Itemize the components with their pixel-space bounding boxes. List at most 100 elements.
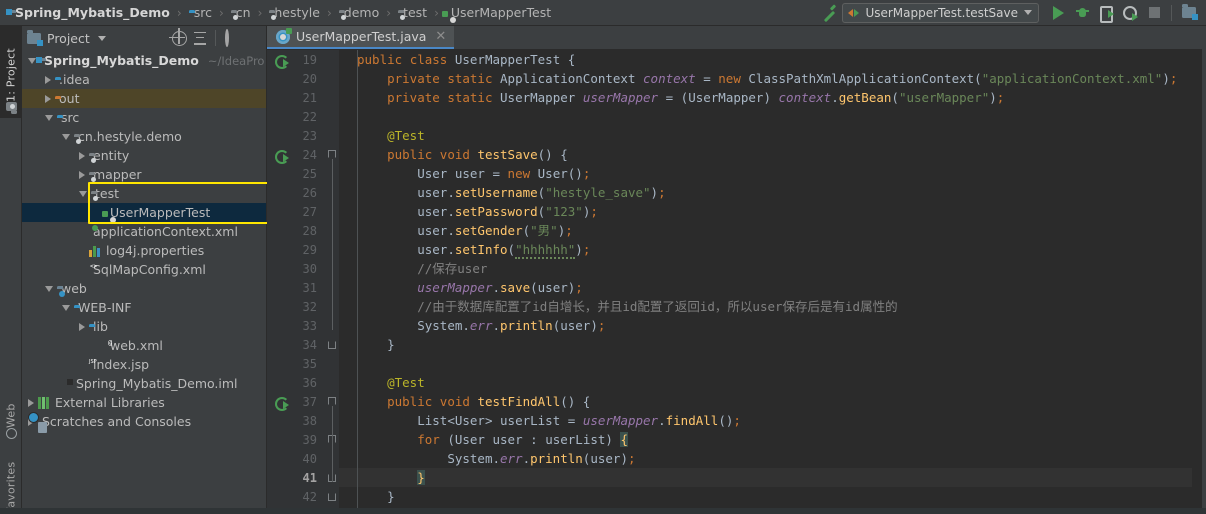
run-test-gutter-icon[interactable] [275,54,289,69]
chevron-down-icon[interactable] [62,304,70,311]
minus-icon[interactable] [244,31,259,46]
breadcrumb-item-label: Spring_Mybatis_Demo [15,5,170,20]
breadcrumb-item-cn[interactable]: cn [231,5,251,20]
code-line[interactable]: System.err.println(user); [339,316,1192,335]
project-panel-title[interactable]: Project [27,29,106,46]
tree-node-applicationcontext-xml[interactable]: applicationContext.xml [22,222,266,241]
left-tool-window-strip: 1: Project Web ★ 2: Favorites [0,26,22,514]
breadcrumb-separator: › [176,5,182,20]
locate-crosshair-icon[interactable] [169,27,187,46]
tool-window-tab-web-label: Web [4,403,18,428]
code-editor[interactable]: 19 20 21 22 23 24 25 26 27 28 29 30 31 32 33 34 35 36 37 38… [267,50,1206,514]
code-line[interactable]: user.setUsername("hestyle_save"); [339,183,1192,202]
fold-cell [325,487,339,506]
tree-node-cn-hestyle-demo[interactable]: cn.hestyle.demo [22,127,266,146]
tree-node-log4j-properties[interactable]: log4j.properties [22,241,266,260]
tree-node-sqlmapconfig-xml[interactable]: SqlMapConfig.xml [22,260,266,279]
tree-node-lib[interactable]: lib [22,317,266,336]
chevron-right-icon[interactable] [79,322,85,331]
fold-close-icon[interactable] [328,341,336,349]
run-button[interactable] [1047,2,1069,24]
tree-node-mapper[interactable]: mapper [22,165,266,184]
tree-node--idea[interactable]: .idea [22,70,266,89]
code-line[interactable]: } [339,487,1192,506]
code-line[interactable]: System.err.println(user); [339,449,1192,468]
chevron-down-icon[interactable] [28,57,36,64]
chevron-right-icon[interactable] [79,170,85,179]
code-line[interactable]: public class UserMapperTest { [339,50,1192,69]
chevron-down-icon[interactable] [62,133,70,140]
code-line[interactable]: user.setGender("男"); [339,221,1192,240]
chevron-right-icon[interactable] [45,94,51,103]
code-line[interactable]: } [339,468,1192,487]
code-line[interactable]: public void testSave() { [339,145,1192,164]
code-line[interactable]: userMapper.save(user); [339,278,1192,297]
code-line[interactable] [339,107,1192,126]
tree-node-web-xml[interactable]: web.xml [22,336,266,355]
tree-node-web-inf[interactable]: WEB-INF [22,298,266,317]
tree-node-spring-mybatis-demo-iml[interactable]: Spring_Mybatis_Demo.iml [22,374,266,393]
code-line[interactable]: user.setInfo("hhhhhh"); [339,240,1192,259]
editor-tab-usermappertest[interactable]: UserMapperTest.java ✕ [267,26,455,49]
search-everywhere-button[interactable] [1178,2,1200,24]
play-icon [1052,5,1064,20]
breadcrumb-item-hestyle[interactable]: hestyle [269,5,320,20]
tree-node-out[interactable]: out [22,89,266,108]
tree-node-src[interactable]: src [22,108,266,127]
tree-node-usermappertest[interactable]: UserMapperTest [22,203,266,222]
breadcrumb-item-demo[interactable]: demo [339,5,379,20]
tool-window-tab-web[interactable]: Web [0,376,22,446]
code-line[interactable]: public void testFindAll() { [339,392,1192,411]
code-line[interactable] [339,354,1192,373]
chevron-down-icon[interactable] [45,285,53,292]
chevron-down-icon[interactable] [45,114,53,121]
chevron-right-icon[interactable] [79,151,85,160]
run-test-gutter-icon[interactable] [275,149,289,164]
build-button[interactable] [818,2,840,24]
tree-node-test[interactable]: test [22,184,266,203]
breadcrumb-item-src[interactable]: src [189,5,212,20]
breadcrumb-item-test[interactable]: test [398,5,427,20]
fold-open-icon[interactable] [328,397,336,405]
code-line[interactable]: //保存user [339,259,1192,278]
code-line[interactable]: user.setPassword("123"); [339,202,1192,221]
fold-close-icon[interactable] [328,493,336,501]
tree-node-web[interactable]: web [22,279,266,298]
code-line[interactable]: @Test [339,373,1192,392]
stop-button[interactable] [1143,2,1165,24]
code-line[interactable]: //由于数据库配置了id自增长，并且id配置了返回id，所以user保存后是有i… [339,297,1192,316]
tool-window-tab-project[interactable]: 1: Project [0,26,22,118]
line-number-gutter[interactable]: 19 20 21 22 23 24 25 26 27 28 29 30 31 32 33 34 35 36 37 38… [267,50,325,514]
profile-button[interactable] [1119,2,1141,24]
collapse-all-icon[interactable] [193,31,208,46]
close-icon[interactable]: ✕ [435,29,446,44]
breadcrumb-item-spring-mybatis-demo[interactable]: Spring_Mybatis_Demo [10,5,170,20]
code-folding-gutter[interactable] [325,50,350,514]
tree-node-entity[interactable]: entity [22,146,266,165]
chevron-down-icon[interactable] [79,190,87,197]
code-line[interactable]: private static UserMapper userMapper = (… [339,88,1192,107]
breadcrumb-item-usermappertest[interactable]: UserMapperTest [446,5,551,20]
chevron-right-icon[interactable] [28,398,34,407]
project-tree[interactable]: Spring_Mybatis_Demo ~/IdeaPro .idea out src c… [22,50,266,514]
chevron-right-icon[interactable] [45,75,51,84]
code-text[interactable]: public class UserMapperTest { private st… [339,50,1192,514]
code-line[interactable]: User user = new User(); [339,164,1192,183]
code-line[interactable]: private static ApplicationContext contex… [339,69,1192,88]
tree-node-index-jsp[interactable]: index.jsp [22,355,266,374]
run-test-gutter-icon[interactable] [275,396,289,411]
tree-node-scratches-and-consoles[interactable]: Scratches and Consoles [22,412,266,431]
gear-icon[interactable] [223,28,238,47]
run-with-coverage-button[interactable] [1095,2,1117,24]
run-configuration-selector[interactable]: UserMapperTest.testSave [842,2,1039,23]
breadcrumb-item-label: cn [235,5,251,20]
tree-node-external-libraries[interactable]: External Libraries [22,393,266,412]
debug-button[interactable] [1071,2,1093,24]
code-line[interactable]: List<User> userList = userMapper.findAll… [339,411,1192,430]
fold-open-icon[interactable] [328,150,336,158]
tool-window-tab-favorites[interactable]: ★ 2: Favorites [0,448,22,514]
code-line[interactable]: } [339,335,1192,354]
tree-node-spring-mybatis-demo[interactable]: Spring_Mybatis_Demo ~/IdeaPro [22,51,266,70]
code-line[interactable]: for (User user : userList) { [339,430,1192,449]
code-line[interactable]: @Test [339,126,1192,145]
